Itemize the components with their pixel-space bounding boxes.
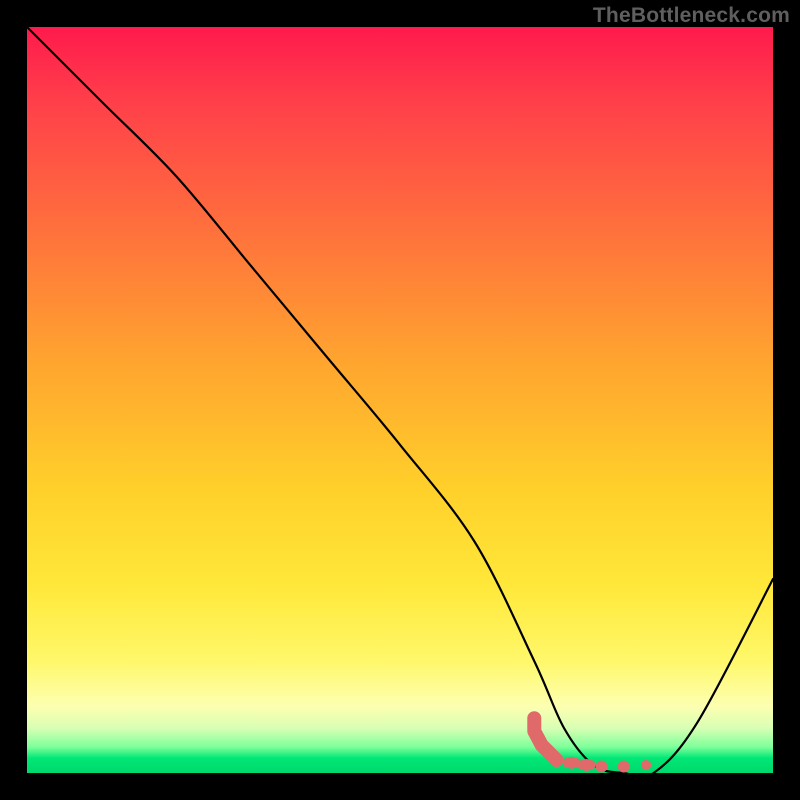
watermark-label: TheBottleneck.com [593, 4, 790, 28]
chart-frame: TheBottleneck.com [0, 0, 800, 800]
plot-area [27, 27, 773, 773]
